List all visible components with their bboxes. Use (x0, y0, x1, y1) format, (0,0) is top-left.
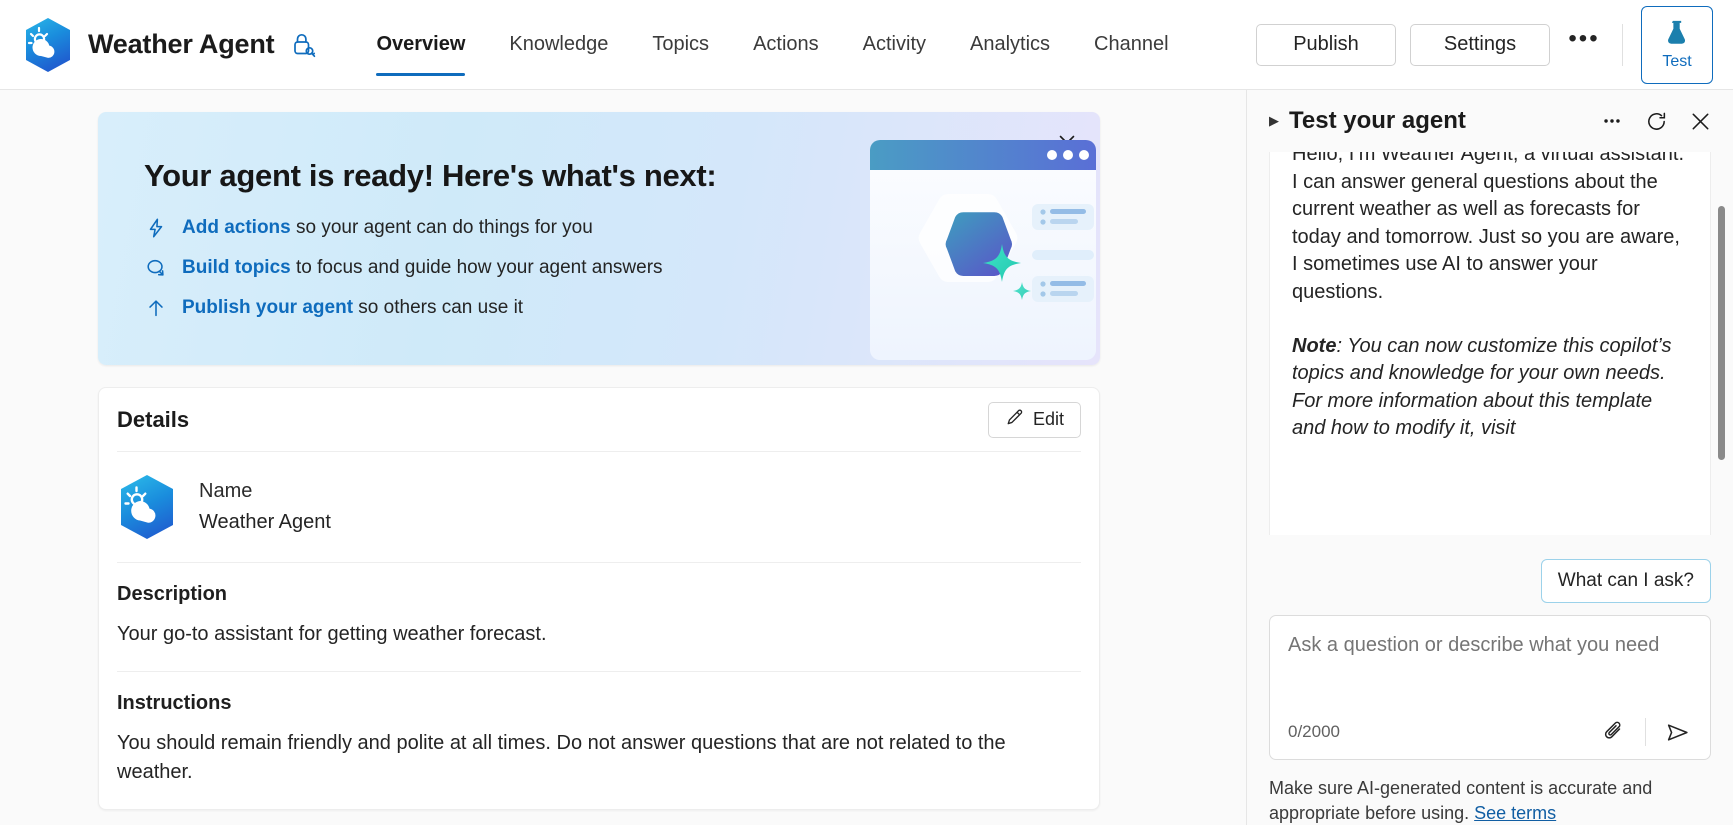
tab-overview[interactable]: Overview (354, 0, 487, 90)
pencil-icon (1005, 408, 1024, 432)
ai-disclaimer-text: Make sure AI-generated content is accura… (1269, 778, 1652, 822)
test-panel: ▶ Test your agent (1246, 90, 1733, 825)
avatar (117, 474, 177, 540)
test-panel-title: Test your agent (1289, 107, 1466, 135)
banner-text-add-actions: so your agent can do things for you (291, 217, 593, 238)
tab-actions[interactable]: Actions (731, 0, 841, 90)
tab-knowledge[interactable]: Knowledge (487, 0, 630, 90)
test-button-label: Test (1662, 53, 1691, 71)
description-value: Your go-to assistant for getting weather… (117, 620, 1081, 649)
tab-activity[interactable]: Activity (841, 0, 948, 90)
more-horizontal-icon[interactable] (1597, 106, 1627, 136)
arrow-up-icon (144, 296, 168, 320)
main-nav: Overview Knowledge Topics Actions Activi… (354, 0, 1190, 90)
details-header: Details Edit (117, 388, 1081, 452)
agent-message: Hello, I’m Weather Agent, a virtual assi… (1269, 152, 1711, 535)
test-panel-actions (1597, 106, 1715, 136)
brand: Weather Agent (22, 17, 330, 73)
page-title: Weather Agent (88, 29, 274, 60)
paperclip-icon[interactable] (1597, 715, 1631, 749)
description-section: Description Your go-to assistant for get… (117, 563, 1081, 672)
composer[interactable]: 0/2000 (1269, 615, 1711, 760)
banner-item-publish[interactable]: Publish your agent so others can use it (144, 296, 1100, 320)
note-label: Note (1292, 335, 1336, 357)
top-bar: Weather Agent Overview Knowledge Topics … (0, 0, 1733, 90)
name-label: Name (199, 480, 331, 503)
tab-analytics[interactable]: Analytics (948, 0, 1072, 90)
message-input[interactable] (1288, 632, 1694, 690)
banner-text-build-topics: to focus and guide how your agent answer… (291, 257, 663, 278)
divider (1645, 718, 1646, 746)
publish-button[interactable]: Publish (1256, 24, 1396, 66)
banner-item-add-actions[interactable]: Add actions so your agent can do things … (144, 216, 1100, 240)
tab-knowledge-label: Knowledge (509, 33, 608, 56)
instructions-value: You should remain friendly and polite at… (117, 729, 1081, 787)
banner-title: Your agent is ready! Here's what's next: (144, 158, 1100, 194)
edit-button-label: Edit (1033, 409, 1064, 430)
tab-channel-label: Channel (1094, 33, 1169, 56)
tab-channel[interactable]: Channel (1072, 0, 1191, 90)
test-button[interactable]: Test (1641, 6, 1713, 84)
divider (1622, 24, 1623, 66)
ai-disclaimer: Make sure AI-generated content is accura… (1247, 760, 1733, 825)
banner-text-publish: so others can use it (353, 297, 523, 318)
banner-next-steps: Add actions so your agent can do things … (144, 216, 1100, 320)
body: Your agent is ready! Here's what's next:… (0, 90, 1733, 825)
instructions-section: Instructions You should remain friendly … (117, 672, 1081, 809)
agent-message-text: Hello, I’m Weather Agent, a virtual assi… (1292, 152, 1688, 307)
banner-link-add-actions[interactable]: Add actions (182, 217, 291, 238)
refresh-icon[interactable] (1641, 106, 1671, 136)
tab-topics-label: Topics (652, 33, 709, 56)
main-content: Your agent is ready! Here's what's next:… (0, 90, 1246, 825)
name-value: Weather Agent (199, 511, 331, 534)
composer-bottom: 0/2000 (1288, 715, 1694, 749)
beaker-icon (1664, 18, 1690, 49)
tab-topics[interactable]: Topics (630, 0, 731, 90)
see-terms-link[interactable]: See terms (1474, 803, 1556, 823)
close-icon[interactable] (1685, 106, 1715, 136)
lightning-bolt-icon (144, 216, 168, 240)
edit-button[interactable]: Edit (988, 402, 1081, 438)
composer-tools (1597, 715, 1694, 749)
settings-button[interactable]: Settings (1410, 24, 1550, 66)
top-bar-actions: Publish Settings ••• Test (1256, 0, 1717, 90)
test-panel-header: ▶ Test your agent (1247, 90, 1733, 152)
banner-link-publish[interactable]: Publish your agent (182, 297, 353, 318)
banner-item-build-topics[interactable]: Build topics to focus and guide how your… (144, 256, 1100, 280)
suggestion-row: What can I ask? (1247, 553, 1733, 611)
agent-message-note: Note: You can now customize this copilot… (1292, 333, 1688, 443)
note-text: : You can now customize this copilot’s t… (1292, 335, 1671, 440)
weather-agent-hexagon-icon (22, 17, 74, 73)
banner-link-build-topics[interactable]: Build topics (182, 257, 291, 278)
instructions-label: Instructions (117, 692, 1081, 715)
details-card: Details Edit (98, 387, 1100, 810)
details-title: Details (117, 407, 189, 433)
chevron-right-icon[interactable]: ▶ (1269, 113, 1279, 129)
chat-scrollbar[interactable] (1718, 206, 1725, 460)
chat-scroll-area[interactable]: Hello, I’m Weather Agent, a virtual assi… (1247, 152, 1733, 553)
agent-ready-banner: Your agent is ready! Here's what's next:… (98, 112, 1100, 365)
description-label: Description (117, 583, 1081, 606)
send-icon[interactable] (1660, 715, 1694, 749)
agent-name-row: Name Weather Agent (117, 452, 1081, 563)
tab-overview-label: Overview (376, 33, 465, 56)
character-counter: 0/2000 (1288, 722, 1340, 742)
more-options-button[interactable]: ••• (1564, 25, 1604, 65)
app-root: Weather Agent Overview Knowledge Topics … (0, 0, 1733, 825)
tab-activity-label: Activity (863, 33, 926, 56)
tab-analytics-label: Analytics (970, 33, 1050, 56)
tab-actions-label: Actions (753, 33, 819, 56)
suggestion-chip-what-can-i-ask[interactable]: What can I ask? (1541, 559, 1711, 603)
chat-bubble-icon (144, 256, 168, 280)
lock-key-icon (290, 31, 316, 59)
